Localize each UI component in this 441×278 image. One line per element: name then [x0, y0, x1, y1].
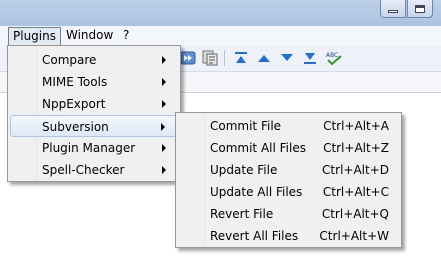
- window-controls: [379, 0, 433, 18]
- spell-check-text: ABC: [326, 52, 338, 59]
- shortcut-label: Ctrl+Alt+A: [323, 119, 389, 133]
- menu-item-commit-file[interactable]: Commit File Ctrl+Alt+A: [178, 115, 399, 137]
- menu-help[interactable]: ?: [119, 27, 133, 44]
- submenu-arrow-icon: [162, 56, 166, 64]
- menu-item-commit-all-files[interactable]: Commit All Files Ctrl+Alt+Z: [178, 137, 399, 159]
- macro-list-icon[interactable]: [202, 50, 218, 66]
- subversion-submenu: Commit File Ctrl+Alt+A Commit All Files …: [175, 112, 402, 248]
- shortcut-label: Ctrl+Alt+D: [322, 163, 389, 177]
- shortcut-label: Ctrl+Alt+W: [319, 229, 389, 243]
- menu-item-subversion[interactable]: Subversion: [10, 115, 178, 137]
- compare-first-icon[interactable]: [233, 50, 249, 66]
- menu-plugins[interactable]: Plugins: [8, 27, 61, 46]
- menu-item-label: Commit All Files: [210, 141, 306, 155]
- submenu-arrow-icon: [161, 123, 165, 131]
- compare-next-icon[interactable]: [279, 50, 295, 66]
- shortcut-label: Ctrl+Alt+C: [322, 185, 389, 199]
- title-bar: [0, 0, 441, 26]
- menu-item-update-file[interactable]: Update File Ctrl+Alt+D: [178, 159, 399, 181]
- toolbar-separator: [224, 50, 225, 66]
- menu-bar: Plugins Window ?: [0, 26, 441, 47]
- menu-item-label: Subversion: [42, 120, 109, 134]
- menu-item-label: Update All Files: [210, 185, 303, 199]
- menu-item-label: NppExport: [42, 97, 106, 111]
- maximize-button[interactable]: [407, 0, 433, 18]
- compare-previous-icon[interactable]: [256, 50, 272, 66]
- menu-item-revert-file[interactable]: Revert File Ctrl+Alt+Q: [178, 203, 399, 225]
- menu-window[interactable]: Window: [62, 27, 117, 44]
- compare-last-icon[interactable]: [302, 50, 318, 66]
- spell-check-abc-icon[interactable]: ABC: [324, 50, 344, 66]
- shortcut-label: Ctrl+Alt+Q: [321, 207, 389, 221]
- menu-item-label: Spell-Checker: [42, 163, 125, 177]
- menu-item-label: Revert All Files: [210, 229, 299, 243]
- submenu-arrow-icon: [162, 100, 166, 108]
- menu-item-label: MIME Tools: [42, 75, 108, 89]
- submenu-arrow-icon: [162, 78, 166, 86]
- menu-item-plugin-manager[interactable]: Plugin Manager: [10, 137, 178, 159]
- menu-item-label: Compare: [42, 53, 97, 67]
- menu-item-spell-checker[interactable]: Spell-Checker: [10, 159, 178, 181]
- minimize-button[interactable]: [380, 0, 406, 18]
- menu-item-label: Revert File: [210, 207, 274, 221]
- menu-item-mime-tools[interactable]: MIME Tools: [10, 71, 178, 93]
- menu-item-compare[interactable]: Compare: [10, 49, 178, 71]
- menu-item-nppexport[interactable]: NppExport: [10, 93, 178, 115]
- submenu-arrow-icon: [162, 144, 166, 152]
- submenu-arrow-icon: [162, 166, 166, 174]
- shortcut-label: Ctrl+Alt+Z: [323, 141, 389, 155]
- menu-item-revert-all-files[interactable]: Revert All Files Ctrl+Alt+W: [178, 225, 399, 247]
- forward-icon[interactable]: [180, 50, 196, 66]
- menu-item-update-all-files[interactable]: Update All Files Ctrl+Alt+C: [178, 181, 399, 203]
- menu-item-label: Plugin Manager: [42, 141, 136, 155]
- menu-item-label: Update File: [210, 163, 278, 177]
- plugins-menu: Compare MIME Tools NppExport Subversion …: [7, 45, 181, 182]
- menu-item-label: Commit File: [210, 119, 282, 133]
- maximize-icon: [415, 4, 425, 13]
- minimize-icon: [388, 10, 398, 13]
